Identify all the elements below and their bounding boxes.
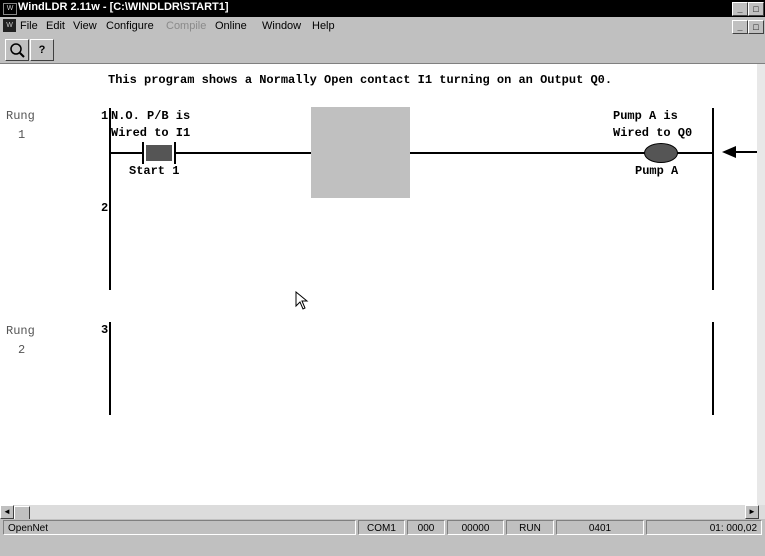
doc-minimize-button[interactable]: _	[732, 20, 748, 34]
program-comment: This program shows a Normally Open conta…	[108, 73, 613, 87]
coil-comment-line-2: Wired to Q0	[613, 126, 693, 140]
menu-online[interactable]: Online	[215, 20, 247, 32]
contact-comment-line-2: Wired to I1	[111, 126, 191, 140]
help-icon: ?	[38, 44, 46, 56]
line-number-2: 2	[101, 201, 109, 215]
contact-highlight	[146, 145, 172, 161]
menu-edit[interactable]: Edit	[46, 20, 65, 32]
help-button[interactable]: ?	[30, 39, 54, 61]
rung-wire	[111, 152, 712, 154]
rung-1-number: 1	[18, 128, 26, 142]
title-bar[interactable]: W WindLDR 2.11w - [C:\WINDLDR\START1] _ …	[0, 0, 765, 17]
coil-comment-line-1: Pump A is	[613, 109, 678, 123]
zoom-button[interactable]	[5, 39, 29, 61]
menu-bar: W File Edit View Configure Compile Onlin…	[0, 17, 765, 36]
contact-comment-line-1: N.O. P/B is	[111, 109, 191, 123]
mouse-pointer-icon	[295, 291, 309, 310]
rung-2-number: 2	[18, 343, 26, 357]
document-icon[interactable]: W	[3, 19, 16, 32]
status-port: COM1	[358, 520, 405, 535]
status-mode: RUN	[506, 520, 554, 535]
window-title: WindLDR 2.11w - [C:\WINDLDR\START1]	[18, 1, 229, 13]
magnifier-icon	[10, 43, 25, 58]
menu-configure[interactable]: Configure	[106, 20, 154, 32]
contact-label: Start 1	[129, 164, 180, 178]
bottom-band	[0, 537, 765, 556]
app-icon[interactable]: W	[3, 3, 17, 15]
contact-right-bar	[174, 142, 176, 164]
output-coil[interactable]	[644, 143, 678, 163]
ladder-editor[interactable]: This program shows a Normally Open conta…	[0, 64, 757, 505]
menu-file[interactable]: File	[20, 20, 38, 32]
status-bar: OpenNet COM1 000 00000 RUN 0401 01: 000,…	[0, 519, 765, 537]
menu-view[interactable]: View	[73, 20, 97, 32]
right-power-rail	[712, 108, 714, 290]
line-number-1: 1	[101, 109, 109, 123]
status-station: 000	[407, 520, 445, 535]
scroll-left-button[interactable]: ◄	[0, 505, 14, 519]
rung-1-label: Rung	[6, 109, 35, 123]
toolbar: ?	[0, 36, 765, 64]
doc-restore-button[interactable]: □	[748, 20, 764, 34]
coil-label: Pump A	[635, 164, 679, 178]
normally-open-contact[interactable]	[142, 142, 176, 164]
status-network: OpenNet	[3, 520, 356, 535]
line-number-3: 3	[101, 323, 109, 337]
scroll-thumb[interactable]	[14, 506, 30, 520]
status-code: 0401	[556, 520, 644, 535]
horizontal-scrollbar[interactable]: ◄ ►	[0, 505, 765, 520]
arrow-left-icon	[722, 146, 757, 158]
menu-compile[interactable]: Compile	[166, 20, 206, 32]
menu-help[interactable]: Help	[312, 20, 335, 32]
status-address: 00000	[447, 520, 504, 535]
minimize-button[interactable]: _	[732, 2, 748, 16]
left-power-rail-rung-2	[109, 322, 111, 415]
right-power-rail-rung-2	[712, 322, 714, 415]
status-position: 01: 000,02	[646, 520, 762, 535]
selection-cursor-block[interactable]	[311, 107, 410, 198]
scroll-right-button[interactable]: ►	[745, 505, 759, 519]
vertical-scrollbar[interactable]	[757, 64, 765, 505]
rung-2-label: Rung	[6, 324, 35, 338]
contact-left-bar	[142, 142, 144, 164]
restore-button[interactable]: □	[748, 2, 764, 16]
menu-window[interactable]: Window	[262, 20, 301, 32]
